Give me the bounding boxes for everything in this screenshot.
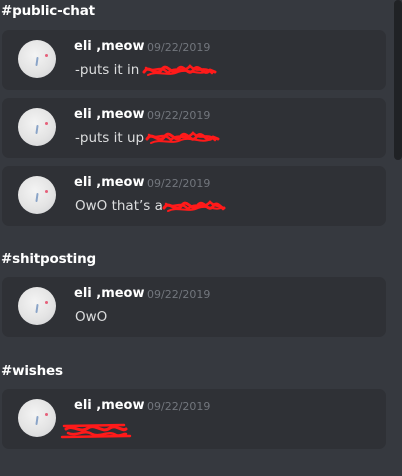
username[interactable]: eli ,meow <box>74 39 145 54</box>
avatar-icon[interactable] <box>18 399 56 437</box>
message-text: OwO that’s a <box>75 198 163 214</box>
timestamp: 09/22/2019 <box>147 400 211 413</box>
red-scribble-redaction-icon <box>162 200 226 212</box>
timestamp: 09/22/2019 <box>147 41 211 54</box>
avatar-icon[interactable] <box>18 176 56 214</box>
red-scribble-redaction-icon <box>145 131 220 144</box>
username[interactable]: eli ,meow <box>74 107 145 122</box>
avatar-icon[interactable] <box>18 108 56 146</box>
message-text: -puts it up <box>75 130 145 146</box>
scrollbar[interactable] <box>394 0 402 160</box>
timestamp: 09/22/2019 <box>147 177 211 190</box>
message-text: OwO <box>75 309 108 325</box>
channel-heading-public-chat[interactable]: #public-chat <box>1 3 95 19</box>
timestamp: 09/22/2019 <box>147 288 211 301</box>
message-card: eli ,meow 09/22/2019 <box>2 389 386 449</box>
username[interactable]: eli ,meow <box>74 175 145 190</box>
message-text: -puts it in <box>75 62 140 78</box>
red-scribble-redaction-icon <box>60 423 132 439</box>
channel-heading-shitposting[interactable]: #shitposting <box>1 251 96 267</box>
timestamp: 09/22/2019 <box>147 109 211 122</box>
channel-heading-wishes[interactable]: #wishes <box>1 363 63 379</box>
username[interactable]: eli ,meow <box>74 286 145 301</box>
avatar-icon[interactable] <box>18 287 56 325</box>
username[interactable]: eli ,meow <box>74 398 145 413</box>
red-scribble-redaction-icon <box>142 64 217 76</box>
message-card: eli ,meow 09/22/2019 OwO that’s a <box>2 166 386 226</box>
avatar-icon[interactable] <box>18 40 56 78</box>
message-card: eli ,meow 09/22/2019 -puts it up <box>2 98 386 158</box>
screenshot-page: #public-chat eli ,meow 09/22/2019 -puts … <box>0 0 402 476</box>
message-card: eli ,meow 09/22/2019 OwO <box>2 277 386 337</box>
message-card: eli ,meow 09/22/2019 -puts it in <box>2 30 386 90</box>
